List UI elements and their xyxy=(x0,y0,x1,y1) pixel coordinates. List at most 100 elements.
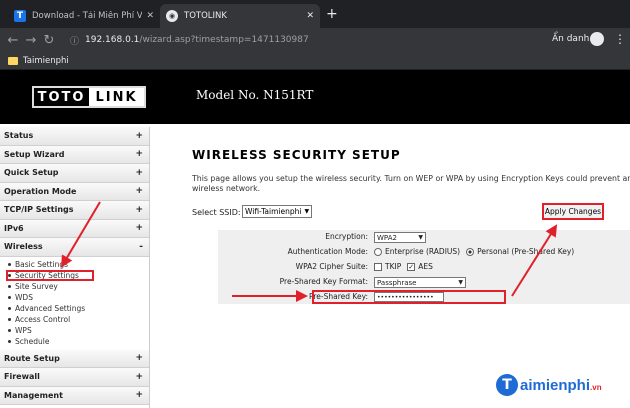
subitem-site-survey[interactable]: Site Survey xyxy=(8,281,149,292)
encryption-value: WPA2 xyxy=(377,233,397,242)
subitem-access-control[interactable]: Access Control xyxy=(8,314,149,325)
sidebar-item-label: Status xyxy=(4,131,34,141)
expand-icon: + xyxy=(135,186,143,197)
row-auth-mode: Authentication Mode: Enterprise (RADIUS)… xyxy=(218,247,630,260)
apply-changes-button[interactable]: Apply Changes xyxy=(542,203,604,220)
main-content: WIRELESS SECURITY SETUP This page allows… xyxy=(150,124,630,408)
psk-highlight-box xyxy=(312,290,506,304)
key-format-select[interactable]: Passphrase ▼ xyxy=(374,277,466,288)
sidebar-item-quick-setup[interactable]: Quick Setup + xyxy=(0,164,149,183)
sidebar-item-firewall[interactable]: Firewall + xyxy=(0,368,149,387)
sidebar-item-label: TCP/IP Settings xyxy=(4,205,74,215)
watermark-name: aimienphi xyxy=(520,376,591,394)
watermark-text: aimienphi.vn xyxy=(520,377,602,394)
cipher-suite-label: WPA2 Cipher Suite: xyxy=(295,262,368,271)
sidebar-item-route-setup[interactable]: Route Setup + xyxy=(0,349,149,368)
description-line: This page allows you setup the wireless … xyxy=(192,174,630,183)
checkbox-aes[interactable]: ✓ xyxy=(407,262,416,271)
back-icon[interactable]: ← xyxy=(4,33,22,48)
bullet-icon xyxy=(8,306,11,310)
subitem-label: Access Control xyxy=(15,314,71,324)
expand-icon: + xyxy=(135,204,143,215)
close-icon[interactable]: ✕ xyxy=(306,11,314,21)
sidebar-item-label: Management xyxy=(4,390,63,400)
taimienphi-favicon-icon: T xyxy=(14,10,26,22)
wireless-submenu: Basic Settings Security Settings Site Su… xyxy=(0,257,149,350)
expand-icon: + xyxy=(135,130,143,141)
subitem-label: Schedule xyxy=(15,336,50,346)
sidebar-item-ipv6[interactable]: IPv6 + xyxy=(0,219,149,238)
sidebar-item-tcpip-settings[interactable]: TCP/IP Settings + xyxy=(0,201,149,220)
info-icon[interactable]: ⓘ xyxy=(70,34,79,47)
ssid-select[interactable]: Wifi-Taimienphi ▼ xyxy=(242,205,312,218)
sidebar-item-label: Firewall xyxy=(4,372,40,382)
subitem-basic-settings[interactable]: Basic Settings xyxy=(8,259,149,270)
tab-totolink[interactable]: ◉ TOTOLINK ✕ xyxy=(160,4,320,28)
bookmark-taimienphi[interactable]: Taimienphi xyxy=(23,56,69,66)
chevron-down-icon: ▼ xyxy=(458,279,463,286)
taimienphi-logo-icon: T xyxy=(496,374,518,396)
menu-icon[interactable]: ⋮ xyxy=(614,32,626,46)
address-bar: ← → ↻ ⓘ 192.168.0.1/wizard.asp?timestamp… xyxy=(0,28,630,52)
sidebar-item-operation-mode[interactable]: Operation Mode + xyxy=(0,182,149,201)
sidebar: Status + Setup Wizard + Quick Setup + Opera… xyxy=(0,127,150,408)
close-icon[interactable]: ✕ xyxy=(146,11,154,21)
sidebar-item-setup-wizard[interactable]: Setup Wizard + xyxy=(0,145,149,164)
subitem-label: WDS xyxy=(15,292,33,302)
subitem-wps[interactable]: WPS xyxy=(8,325,149,336)
bookmarks-bar: Taimienphi xyxy=(0,52,630,70)
reload-icon[interactable]: ↻ xyxy=(40,33,58,48)
new-tab-icon[interactable]: + xyxy=(326,6,338,22)
forward-icon[interactable]: → xyxy=(22,33,40,48)
incognito-icon[interactable] xyxy=(590,32,604,46)
key-format-label: Pre-Shared Key Format: xyxy=(279,277,368,286)
encryption-label: Encryption: xyxy=(325,232,368,241)
auth-mode-field: Enterprise (RADIUS) Personal (Pre-Shared… xyxy=(374,247,574,256)
subitem-advanced-settings[interactable]: Advanced Settings xyxy=(8,303,149,314)
subitem-security-settings[interactable]: Security Settings xyxy=(6,269,94,281)
subitem-label: Security Settings xyxy=(15,270,79,280)
totolink-logo: TOTO LINK xyxy=(32,86,146,108)
subitem-wds[interactable]: WDS xyxy=(8,292,149,303)
chevron-down-icon: ▼ xyxy=(418,234,423,241)
sidebar-item-wireless[interactable]: Wireless - xyxy=(0,238,149,257)
row-key-format: Pre-Shared Key Format: Passphrase ▼ xyxy=(218,277,630,290)
radio-enterprise[interactable] xyxy=(374,247,382,256)
logo-left: TOTO xyxy=(34,88,89,106)
encryption-select[interactable]: WPA2 ▼ xyxy=(374,232,426,243)
bullet-icon xyxy=(8,295,11,299)
bullet-icon xyxy=(8,284,11,288)
ssid-label: Select SSID: xyxy=(192,208,241,217)
collapse-icon: - xyxy=(139,241,143,252)
taimienphi-watermark: T aimienphi.vn xyxy=(496,374,602,396)
subitem-label: Basic Settings xyxy=(15,259,69,269)
row-cipher-suite: WPA2 Cipher Suite: TKIP ✓ AES xyxy=(218,262,630,275)
url-host: 192.168.0.1 xyxy=(85,35,140,45)
chevron-down-icon: ▼ xyxy=(304,208,310,215)
subitem-label: Site Survey xyxy=(15,281,58,291)
row-encryption: Encryption: WPA2 ▼ xyxy=(218,232,630,245)
checkbox-tkip[interactable] xyxy=(374,262,382,271)
tab-title: Download - Tải Miễn Phí VN - Pl xyxy=(32,11,143,21)
radio-personal[interactable] xyxy=(466,247,475,256)
sidebar-item-status[interactable]: Status + xyxy=(0,127,149,146)
key-format-field: Passphrase ▼ xyxy=(374,277,466,288)
model-number: Model No. N151RT xyxy=(196,88,314,102)
sidebar-item-label: IPv6 xyxy=(4,223,24,233)
subitem-label: WPS xyxy=(15,325,32,335)
url-input[interactable]: ⓘ 192.168.0.1/wizard.asp?timestamp=14711… xyxy=(70,30,540,50)
tab-download[interactable]: T Download - Tải Miễn Phí VN - Pl ✕ xyxy=(8,4,160,28)
subitem-schedule[interactable]: Schedule xyxy=(8,336,149,347)
checkbox-label: TKIP xyxy=(385,262,402,271)
expand-icon: + xyxy=(135,223,143,234)
bullet-icon xyxy=(8,273,11,277)
radio-label: Personal (Pre-Shared Key) xyxy=(477,247,575,256)
sidebar-item-management[interactable]: Management + xyxy=(0,386,149,405)
expand-icon: + xyxy=(135,149,143,160)
logo-right: LINK xyxy=(89,88,144,106)
sidebar-item-label: Setup Wizard xyxy=(4,149,65,159)
tab-title: TOTOLINK xyxy=(184,11,227,21)
incognito-label[interactable]: Ẩn danh xyxy=(552,34,589,44)
expand-icon: + xyxy=(135,353,143,364)
checkbox-label: AES xyxy=(418,262,433,271)
